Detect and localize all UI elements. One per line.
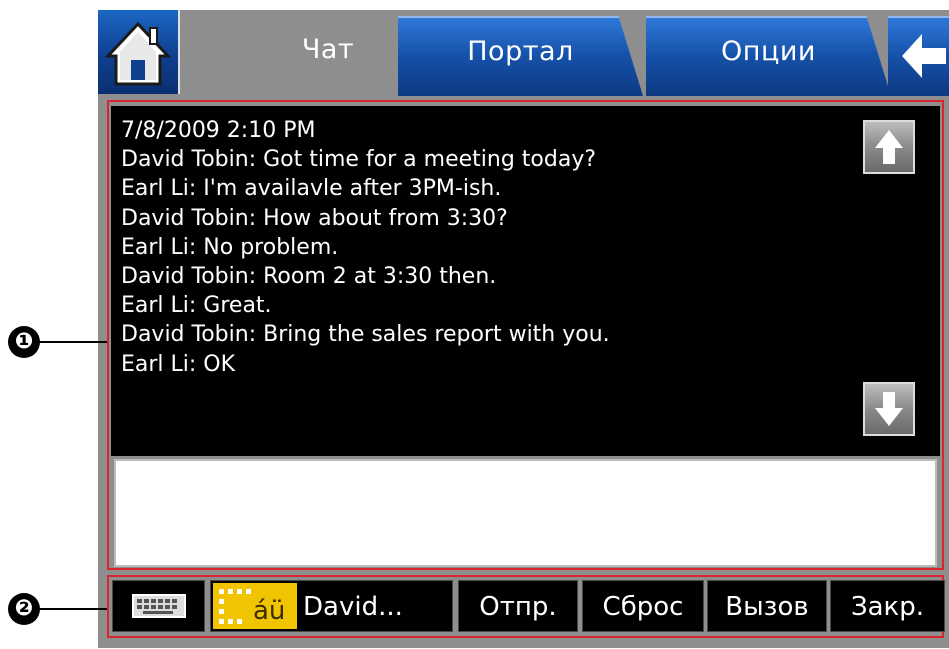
chat-message: David Tobin: How about from 3:30? — [121, 205, 508, 231]
tab-bar: Чат Портал Опции — [98, 10, 949, 96]
chat-message: 7/8/2009 2:10 PM — [121, 118, 316, 143]
callout-2: ❷ — [8, 593, 40, 625]
tab-options-label: Опции — [721, 36, 816, 67]
chat-message-list: 7/8/2009 2:10 PM David Tobin: Got time f… — [121, 116, 610, 379]
scroll-up-button[interactable] — [863, 120, 915, 174]
reset-button[interactable]: Сброс — [582, 580, 704, 632]
contact-list-icon: áü — [213, 583, 297, 629]
callout-1-leader — [38, 341, 107, 343]
svg-text:áü: áü — [253, 596, 285, 626]
call-button[interactable]: Вызов — [707, 580, 827, 632]
chat-message: Earl Li: I'm availavle after 3PM-ish. — [121, 176, 502, 202]
scroll-down-button[interactable] — [863, 382, 915, 436]
callout-2-leader — [38, 608, 107, 610]
back-arrow-icon — [902, 34, 946, 78]
keyboard-button[interactable] — [112, 580, 205, 632]
send-button[interactable]: Отпр. — [458, 580, 578, 632]
chat-message: David Tobin: Bring the sales report with… — [121, 322, 610, 348]
chat-message: David Tobin: Got time for a meeting toda… — [121, 147, 597, 173]
chat-message: Earl Li: Great. — [121, 293, 272, 319]
keyboard-icon — [132, 594, 186, 618]
home-icon — [104, 21, 172, 86]
close-button[interactable]: Закр. — [830, 580, 945, 632]
back-button[interactable] — [888, 16, 949, 96]
chat-message: Earl Li: No problem. — [121, 234, 339, 260]
home-button[interactable] — [98, 10, 180, 94]
device-screen: Чат Портал Опции 7/8/2009 2:10 PM David … — [98, 10, 949, 648]
tab-portal-label: Портал — [467, 36, 574, 67]
message-input[interactable] — [114, 459, 937, 567]
chat-message: David Tobin: Room 2 at 3:30 then. — [121, 264, 497, 290]
callout-1: ❶ — [8, 326, 40, 358]
arrow-down-icon — [875, 392, 903, 426]
tab-options[interactable]: Опции — [646, 16, 891, 96]
chat-message: Earl Li: OK — [121, 351, 236, 377]
tab-portal[interactable]: Портал — [398, 16, 643, 96]
contact-name: David... — [303, 592, 403, 622]
chat-log[interactable]: 7/8/2009 2:10 PM David Tobin: Got time f… — [111, 106, 940, 456]
contact-button[interactable]: áü David... — [210, 580, 453, 632]
arrow-up-icon — [875, 130, 903, 164]
